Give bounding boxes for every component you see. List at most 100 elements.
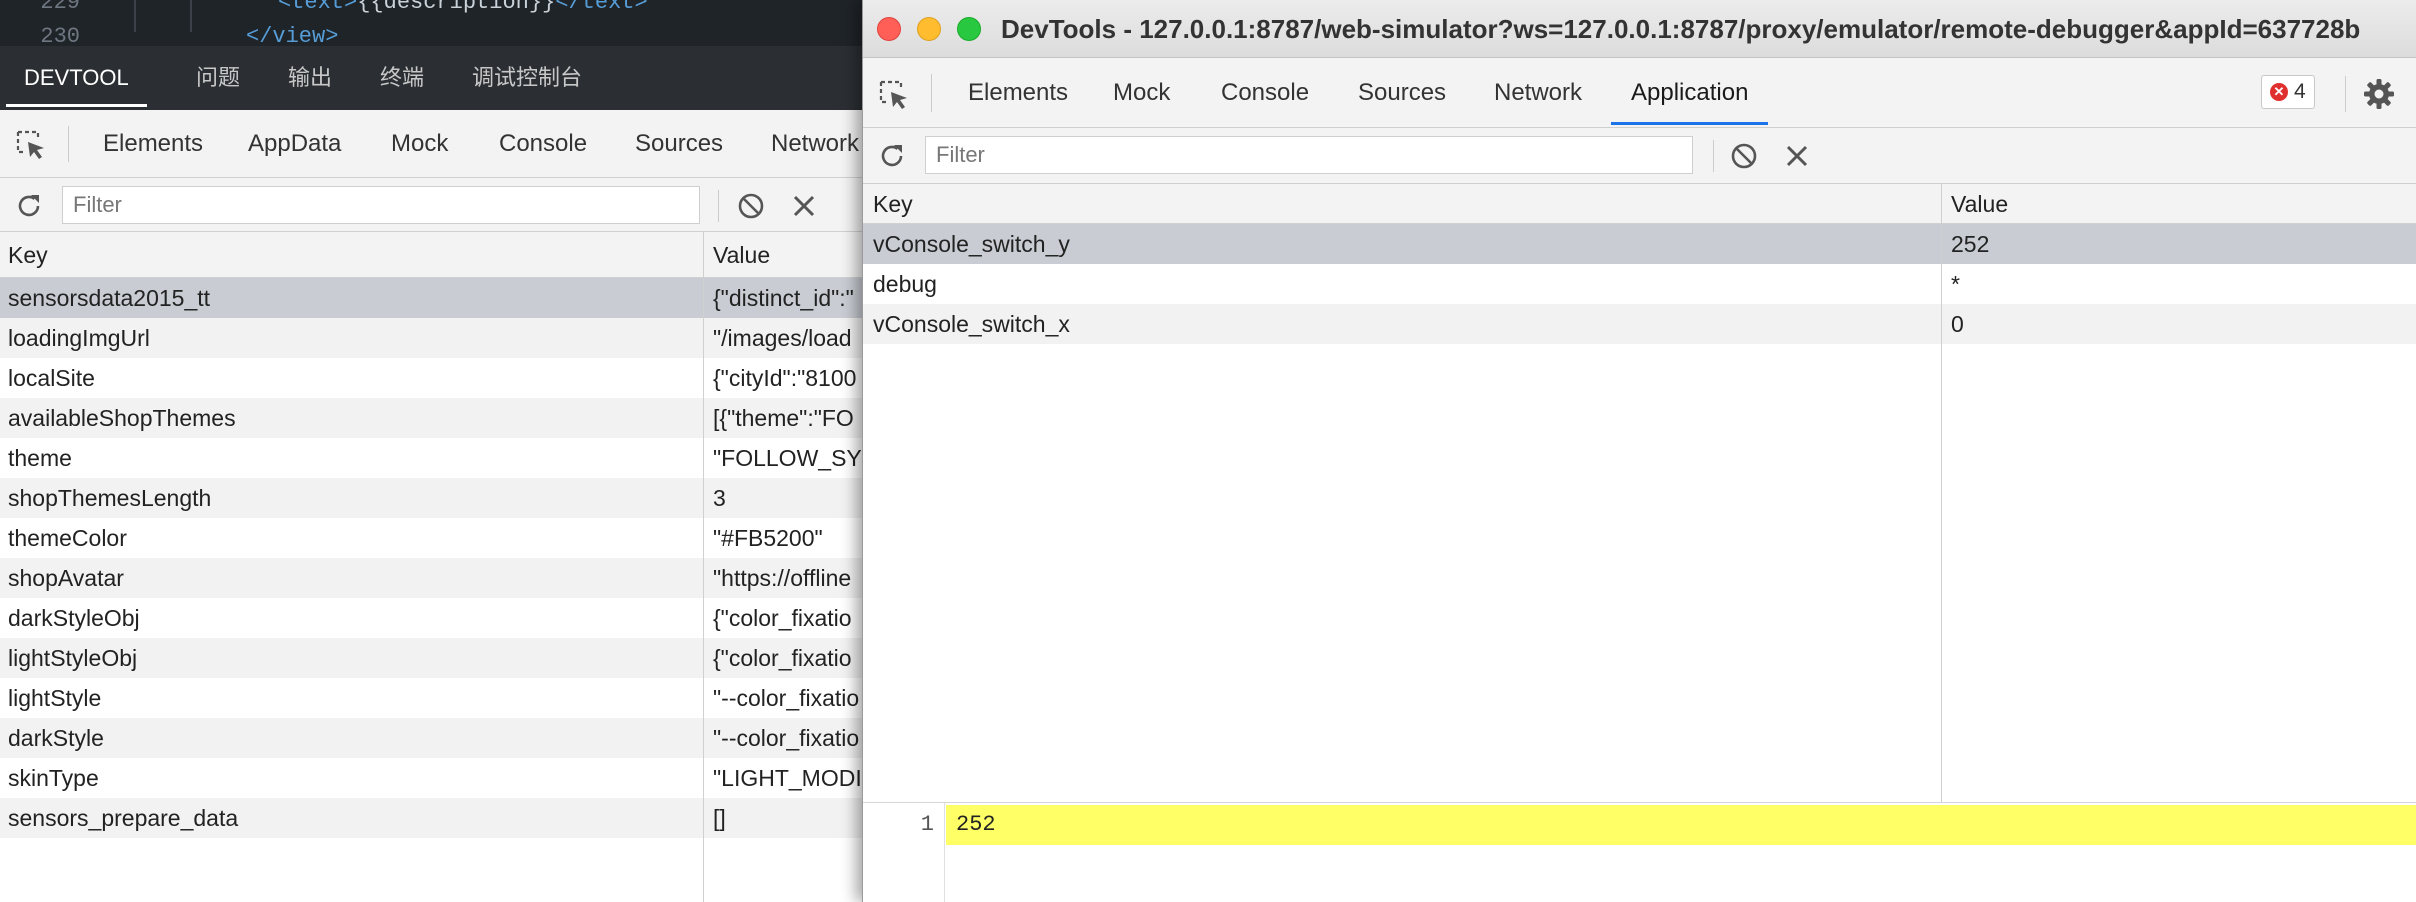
storage-table-header: Key Value [863,184,2416,224]
column-header-value[interactable]: Value [1951,184,2008,224]
storage-table-row[interactable]: darkStyle "--color_fixatio [0,718,870,758]
row-key: lightStyle [8,685,102,711]
value-preview-pane[interactable]: 1 252 [863,802,2416,902]
preview-value-line[interactable]: 252 [946,805,2416,845]
filter-input[interactable] [62,186,700,224]
storage-table-row[interactable]: sensorsdata2015_tt {"distinct_id":" [0,278,870,318]
inspect-element-icon[interactable] [877,78,911,112]
row-key: sensors_prepare_data [8,805,239,831]
column-divider [703,232,704,278]
row-value: [{"theme":"FO [713,405,854,431]
zoom-window-button[interactable] [957,17,981,41]
toolbar-divider [718,190,719,222]
storage-table-row[interactable]: localSite {"cityId":"8100 [0,358,870,398]
storage-table-row[interactable]: skinType "LIGHT_MODI [0,758,870,798]
tab-network[interactable]: Network [771,110,859,178]
code-editor[interactable]: 229 <text>{{description}}</text> 230 </v… [0,0,870,46]
tab-console[interactable]: Console [1221,58,1309,128]
row-value: 252 [1951,231,1990,257]
storage-table-row[interactable]: themeColor "#FB5200" [0,518,870,558]
column-header-key[interactable]: Key [8,232,48,278]
devtools-window: DevTools - 127.0.0.1:8787/web-simulator?… [862,0,2416,902]
line-number: 229 [40,0,80,15]
row-value: 3 [713,485,726,511]
storage-table-row[interactable]: darkStyleObj {"color_fixatio [0,598,870,638]
row-value: "https://offline [713,565,852,591]
tab-sources[interactable]: Sources [1358,58,1446,128]
delete-selected-icon[interactable] [1784,143,1810,169]
row-value: {"color_fixatio [713,645,852,671]
tab-elements[interactable]: Elements [968,58,1068,128]
tab-appdata[interactable]: AppData [248,110,341,178]
delete-selected-icon[interactable] [791,193,817,219]
tab-application[interactable]: Application [1611,58,1769,125]
tab-mock[interactable]: Mock [1113,58,1170,128]
row-key: vConsole_switch_y [873,231,1070,257]
storage-table-row[interactable]: debug * [863,264,2416,304]
minimize-window-button[interactable] [917,17,941,41]
row-key: darkStyleObj [8,605,140,631]
row-value: 0 [1951,311,1964,337]
error-icon: ✕ [2270,83,2288,102]
row-value: {"cityId":"8100 [713,365,857,391]
row-key: localSite [8,365,95,391]
storage-table-row[interactable]: availableShopThemes [{"theme":"FO [0,398,870,438]
row-value: "FOLLOW_SY [713,445,862,471]
storage-table-row[interactable]: shopThemesLength 3 [0,478,870,518]
tab-output[interactable]: 输出 [288,46,332,110]
toolbar-divider [931,74,932,112]
storage-table-row[interactable]: vConsole_switch_x 0 [863,304,2416,344]
inspect-element-icon[interactable] [14,128,48,162]
row-key: lightStyleObj [8,645,138,671]
row-key: themeColor [8,525,127,551]
tab-elements[interactable]: Elements [103,110,203,178]
refresh-icon[interactable] [14,191,44,221]
tab-terminal[interactable]: 终端 [380,46,424,110]
toolbar-divider [68,126,69,162]
row-key: theme [8,445,72,471]
ide-panel-tabs: DEVTOOL 问题 输出 终端 调试控制台 [0,46,870,110]
storage-table-row[interactable]: lightStyleObj {"color_fixatio [0,638,870,678]
row-value: "#FB5200" [713,525,823,551]
row-value: {"distinct_id":" [713,285,854,311]
storage-table-row[interactable]: shopAvatar "https://offline [0,558,870,598]
filter-input[interactable] [925,136,1693,174]
row-key: shopAvatar [8,565,124,591]
storage-table-row[interactable]: lightStyle "--color_fixatio [0,678,870,718]
column-divider [1941,184,1942,802]
column-divider [703,278,704,902]
line-number: 1 [863,803,945,902]
tab-debug-console[interactable]: 调试控制台 [472,46,582,110]
storage-table-row[interactable]: vConsole_switch_y 252 [863,224,2416,264]
row-value: "--color_fixatio [713,725,860,751]
toolbar-divider [2345,76,2346,112]
row-key: vConsole_switch_x [873,311,1070,337]
tab-network[interactable]: Network [1494,58,1582,128]
settings-gear-icon[interactable] [2363,78,2395,110]
error-count-badge[interactable]: ✕ 4 [2261,75,2315,109]
editor-line: 230 </view> [0,20,870,46]
close-window-button[interactable] [877,17,901,41]
column-header-key[interactable]: Key [873,184,913,224]
storage-filter-bar [0,178,870,232]
refresh-icon[interactable] [877,141,907,171]
clear-all-icon[interactable] [1729,141,1759,171]
tab-devtool[interactable]: DEVTOOL [6,46,147,107]
window-titlebar[interactable]: DevTools - 127.0.0.1:8787/web-simulator?… [863,0,2416,58]
tab-sources[interactable]: Sources [635,110,723,178]
window-title: DevTools - 127.0.0.1:8787/web-simulator?… [1001,14,2361,44]
tab-problems[interactable]: 问题 [196,46,240,110]
storage-table-row[interactable]: theme "FOLLOW_SY [0,438,870,478]
storage-table-row[interactable]: loadingImgUrl "/images/load [0,318,870,358]
row-value: "--color_fixatio [713,685,860,711]
storage-table-header: Key Value [0,232,870,278]
devtools-tabbar: Elements Mock Console Sources Network Ap… [863,58,2416,128]
storage-table-row[interactable]: sensors_prepare_data [] [0,798,870,838]
tab-console[interactable]: Console [499,110,587,178]
row-value: [] [713,805,726,831]
row-key: shopThemesLength [8,485,212,511]
row-key: loadingImgUrl [8,325,150,351]
tab-mock[interactable]: Mock [391,110,448,178]
column-header-value[interactable]: Value [713,232,770,278]
clear-all-icon[interactable] [736,191,766,221]
